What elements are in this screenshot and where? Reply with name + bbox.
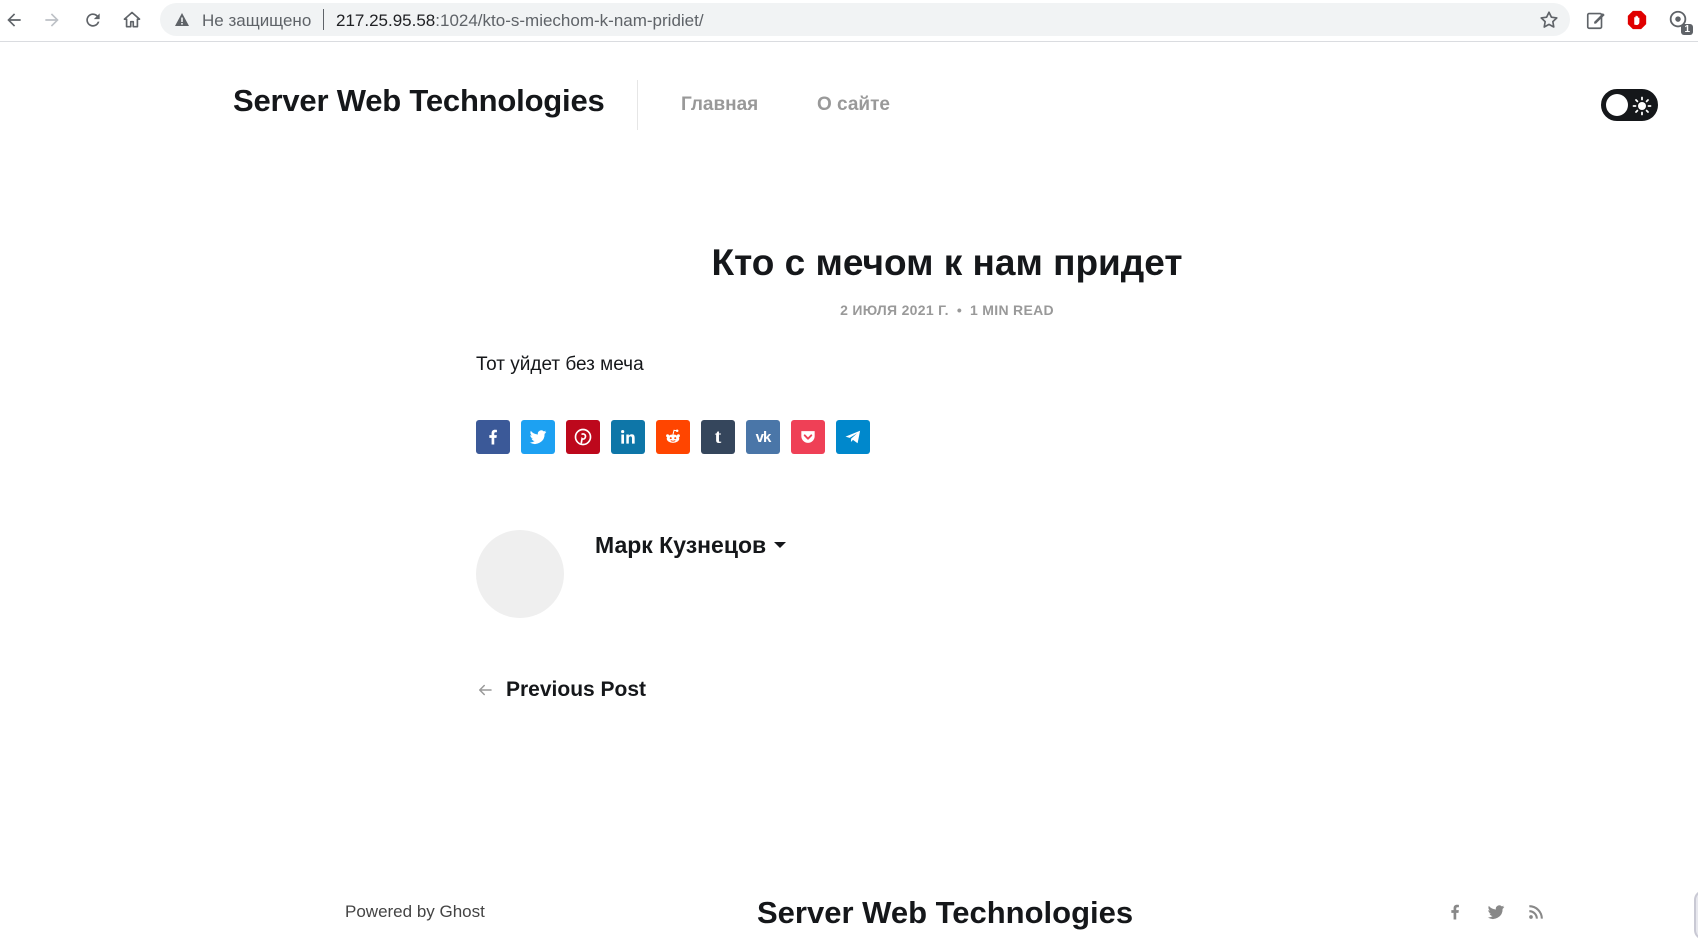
site-title[interactable]: Server Web Technologies	[233, 83, 605, 119]
powered-by-ghost[interactable]: Powered by Ghost	[345, 902, 485, 922]
url-host: 217.25.95.58	[336, 11, 436, 30]
arrow-left-icon	[479, 684, 492, 696]
pocket-icon	[801, 431, 815, 443]
footer-facebook-link[interactable]	[1443, 900, 1467, 924]
extension-badge: 1	[1681, 24, 1693, 35]
adblock-hand-icon	[1627, 10, 1647, 30]
back-arrow-icon	[7, 13, 21, 27]
extension-with-badge[interactable]: 1	[1665, 7, 1693, 35]
previous-post-link[interactable]: Previous Post	[476, 678, 646, 702]
home-button[interactable]	[118, 6, 146, 34]
share-tumblr-button[interactable]: t	[701, 420, 735, 454]
reload-icon	[86, 13, 100, 27]
author-name-label: Марк Кузнецов	[595, 532, 767, 558]
not-secure-label[interactable]: Не защищено	[202, 11, 311, 31]
share-vk-button[interactable]: vk	[746, 420, 780, 454]
bookmark-star-icon[interactable]	[1538, 9, 1560, 31]
caret-down-icon	[774, 542, 787, 548]
address-separator	[323, 9, 324, 30]
forward-arrow-icon	[45, 13, 59, 27]
warning-icon	[175, 13, 189, 26]
share-twitter-button[interactable]	[521, 420, 555, 454]
reddit-icon	[666, 429, 680, 443]
browser-toolbar: Не защищено 217.25.95.58:1024/kto-s-miec…	[0, 0, 1698, 42]
home-icon	[123, 11, 141, 28]
twitter-icon	[1487, 905, 1505, 919]
read-time: 1 MIN READ	[970, 302, 1054, 318]
share-pinterest-button[interactable]	[566, 420, 600, 454]
edit-note-icon	[1586, 12, 1605, 30]
share-buttons: t vk	[476, 420, 870, 454]
facebook-icon	[489, 429, 497, 445]
previous-post-label: Previous Post	[506, 678, 647, 701]
tumblr-icon: t	[714, 425, 722, 448]
reload-button[interactable]	[79, 6, 107, 34]
toggle-knob	[1606, 94, 1628, 116]
url-text[interactable]: 217.25.95.58:1024/kto-s-miechom-k-nam-pr…	[336, 11, 704, 31]
footer-site-title[interactable]: Server Web Technologies	[757, 895, 1133, 931]
adblock-extension-button[interactable]	[1624, 7, 1650, 33]
footer-twitter-link[interactable]	[1484, 900, 1508, 924]
linkedin-icon	[621, 430, 635, 444]
twitter-icon	[529, 430, 547, 444]
forward-button[interactable]	[38, 6, 66, 34]
edit-extension-button[interactable]	[1583, 7, 1609, 33]
nav-link-home[interactable]: Главная	[681, 94, 758, 116]
address-bar[interactable]: Не защищено 217.25.95.58:1024/kto-s-miec…	[160, 3, 1570, 36]
theme-toggle[interactable]	[1601, 89, 1658, 121]
share-linkedin-button[interactable]	[611, 420, 645, 454]
post-body: Тот уйдет без меча	[476, 354, 644, 375]
share-facebook-button[interactable]	[476, 420, 510, 454]
floating-widget[interactable]	[1694, 890, 1698, 940]
url-path: :1024/kto-s-miechom-k-nam-pridiet/	[435, 11, 704, 30]
back-button[interactable]	[0, 6, 28, 34]
vk-icon: vk	[755, 428, 772, 446]
sun-icon	[1632, 96, 1652, 116]
facebook-icon	[1451, 904, 1459, 920]
share-telegram-button[interactable]	[836, 420, 870, 454]
author-avatar[interactable]	[476, 530, 564, 618]
post-date: 2 ИЮЛЯ 2021 Г.	[840, 302, 949, 318]
meta-separator: •	[956, 302, 963, 318]
nav-link-about[interactable]: О сайте	[817, 94, 890, 116]
share-pocket-button[interactable]	[791, 420, 825, 454]
share-reddit-button[interactable]	[656, 420, 690, 454]
post-title: Кто с мечом к нам придет	[711, 242, 1183, 283]
header-divider	[637, 80, 638, 130]
footer-rss-link[interactable]	[1524, 900, 1548, 924]
pinterest-icon	[574, 428, 592, 446]
author-name[interactable]: Марк Кузнецов	[595, 532, 787, 559]
rss-icon	[1529, 905, 1543, 919]
post-meta: 2 ИЮЛЯ 2021 Г. • 1 MIN READ	[476, 302, 1418, 318]
telegram-icon	[845, 430, 861, 444]
